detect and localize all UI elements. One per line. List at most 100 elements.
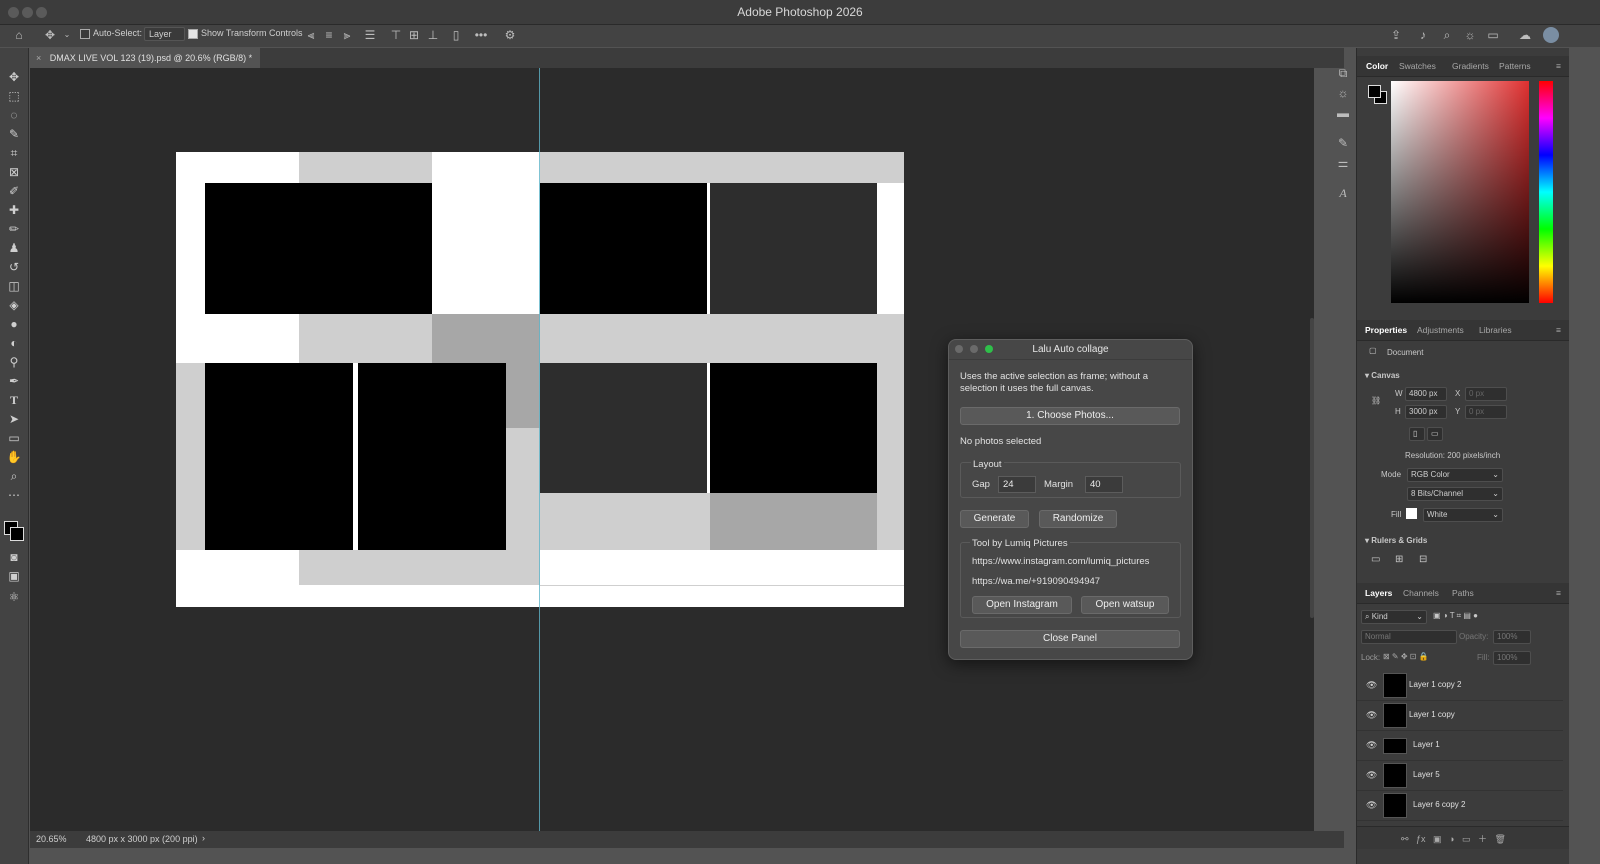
comments-icon[interactable]: ▬ <box>1336 106 1350 120</box>
ruler-icon[interactable]: ▭ <box>1371 554 1380 565</box>
align-left-icon[interactable]: ⫷ <box>304 28 318 42</box>
y-field[interactable]: 0 px <box>1465 405 1507 419</box>
layer-fill-field[interactable]: 100% <box>1493 651 1531 665</box>
layer-row[interactable]: 👁 Layer 1 copy <box>1357 700 1563 731</box>
layer-filter-icons[interactable]: ▣ ◑ T ⌗ ▤ ● <box>1433 611 1478 621</box>
lock-icons[interactable]: ⊠ ✎ ✥ ⊡ 🔒 <box>1383 652 1429 661</box>
fill-dropdown[interactable]: White ⌄ <box>1423 508 1503 522</box>
show-transform-checkbox[interactable]: Show Transform Controls <box>188 28 303 39</box>
fill-color-swatch[interactable] <box>1406 508 1417 519</box>
close-tab-icon[interactable]: × <box>36 53 41 63</box>
history-icon[interactable]: ⧉ <box>1336 66 1350 80</box>
distribute-vertical-icon[interactable]: ▯ <box>449 28 463 42</box>
align-middle-icon[interactable]: ⊞ <box>407 28 421 42</box>
auto-select-checkbox[interactable]: Auto-Select: <box>80 28 142 39</box>
layer-row[interactable]: 👁 Layer 6 copy 2 <box>1357 790 1563 821</box>
healing-brush-icon[interactable]: ✚ <box>6 203 22 217</box>
layer-filter-dropdown[interactable]: ⌕ Kind ⌄ <box>1361 610 1427 624</box>
tab-swatches[interactable]: Swatches <box>1399 61 1436 71</box>
type-tool-icon[interactable]: T <box>6 393 22 407</box>
gap-input[interactable]: 24 <box>998 476 1036 493</box>
color-picker-field[interactable] <box>1391 81 1529 303</box>
sliders-icon[interactable]: ⚌ <box>1336 156 1350 170</box>
portrait-icon[interactable]: ▯ <box>1409 427 1425 441</box>
background-color-swatch[interactable] <box>10 527 24 541</box>
tab-patterns[interactable]: Patterns <box>1499 61 1531 71</box>
zoom-level[interactable]: 20.65% <box>36 834 67 844</box>
crop-tool-icon[interactable]: ⌗ <box>6 146 22 160</box>
layer-row[interactable]: 👁 Layer 1 <box>1357 730 1563 761</box>
distribute-icon[interactable]: ☰ <box>363 28 377 42</box>
tab-layers[interactable]: Layers <box>1365 588 1392 598</box>
workspace-icon[interactable]: ▭ <box>1486 28 1500 42</box>
quick-select-tool-icon[interactable]: ✎ <box>6 127 22 141</box>
generative-icon[interactable]: ⚛ <box>6 590 22 604</box>
tab-gradients[interactable]: Gradients <box>1452 61 1489 71</box>
tab-adjustments[interactable]: Adjustments <box>1417 325 1464 335</box>
document-tab[interactable]: × DMAX LIVE VOL 123 (19).psd @ 20.6% (RG… <box>30 48 261 68</box>
discover-icon[interactable]: ☼ <box>1463 28 1477 42</box>
visibility-eye-icon[interactable]: 👁 <box>1366 710 1377 721</box>
height-field[interactable]: 3000 px <box>1405 405 1447 419</box>
search-icon[interactable]: ⌕ <box>1440 28 1454 42</box>
visibility-eye-icon[interactable]: 👁 <box>1366 800 1377 811</box>
share-icon[interactable]: ⇪ <box>1389 28 1403 42</box>
vertical-scrollbar[interactable] <box>1310 318 1314 618</box>
chevron-right-icon[interactable]: › <box>202 833 205 843</box>
grid-icon[interactable]: ⊞ <box>1395 554 1403 565</box>
visibility-eye-icon[interactable]: 👁 <box>1366 770 1377 781</box>
panel-menu-icon[interactable]: ≡ <box>1556 61 1561 71</box>
more-options-icon[interactable]: ••• <box>474 28 488 42</box>
foreground-color-swatch[interactable] <box>1368 85 1381 98</box>
path-select-icon[interactable]: ➤ <box>6 412 22 426</box>
quick-mask-icon[interactable]: ◙ <box>6 550 22 564</box>
cloud-icon[interactable]: ☁ <box>1518 28 1532 42</box>
home-icon[interactable]: ⌂ <box>12 28 26 42</box>
panel-menu-icon[interactable]: ≡ <box>1556 588 1561 598</box>
eraser-tool-icon[interactable]: ◫ <box>6 279 22 293</box>
paint-bucket-icon[interactable]: ◈ <box>6 298 22 312</box>
x-field[interactable]: 0 px <box>1465 387 1507 401</box>
bell-icon[interactable]: ♪ <box>1416 28 1430 42</box>
rectangle-tool-icon[interactable]: ▭ <box>6 431 22 445</box>
tab-libraries[interactable]: Libraries <box>1479 325 1512 335</box>
mode-dropdown[interactable]: RGB Color ⌄ <box>1407 468 1503 482</box>
align-right-icon[interactable]: ⫸ <box>340 28 354 42</box>
align-bottom-icon[interactable]: ⊥ <box>426 28 440 42</box>
open-watsup-button[interactable]: Open watsup <box>1081 596 1169 614</box>
rulers-grids-header[interactable]: ▾ Rulers & Grids <box>1365 536 1427 545</box>
tab-paths[interactable]: Paths <box>1452 588 1474 598</box>
lasso-tool-icon[interactable]: ◌ <box>6 108 22 122</box>
brush-tool-icon[interactable]: ✏ <box>6 222 22 236</box>
open-instagram-button[interactable]: Open Instagram <box>972 596 1072 614</box>
close-panel-button[interactable]: Close Panel <box>960 630 1180 648</box>
visibility-eye-icon[interactable]: 👁 <box>1366 680 1377 691</box>
auto-select-dropdown[interactable]: Layer <box>144 27 185 41</box>
align-top-icon[interactable]: ⊤ <box>389 28 403 42</box>
zoom-tool-icon[interactable]: ⌕ <box>6 469 22 483</box>
blend-mode-dropdown[interactable]: Normal <box>1361 630 1457 644</box>
gear-icon[interactable]: ⚙ <box>503 28 517 42</box>
frame-tool-icon[interactable]: ⊠ <box>6 165 22 179</box>
canvas-section-header[interactable]: ▾ Canvas <box>1365 371 1400 380</box>
margin-input[interactable]: 40 <box>1085 476 1123 493</box>
zoom-lens-icon[interactable]: ⚲ <box>6 355 22 369</box>
generate-button[interactable]: Generate <box>960 510 1029 528</box>
landscape-icon[interactable]: ▭ <box>1427 427 1443 441</box>
instagram-url[interactable]: https://www.instagram.com/lumiq_pictures <box>972 556 1149 567</box>
visibility-eye-icon[interactable]: 👁 <box>1366 740 1377 751</box>
clone-stamp-icon[interactable]: ♟ <box>6 241 22 255</box>
glyphs-icon[interactable]: A <box>1336 186 1350 200</box>
bit-depth-dropdown[interactable]: 8 Bits/Channel ⌄ <box>1407 487 1503 501</box>
layer-row[interactable]: 👁 Layer 1 copy 2 <box>1357 670 1563 701</box>
chevron-down-icon[interactable]: ⌄ <box>60 28 74 42</box>
hand-tool-icon[interactable]: ✋ <box>6 450 22 464</box>
choose-photos-button[interactable]: 1. Choose Photos... <box>960 407 1180 425</box>
tab-channels[interactable]: Channels <box>1403 588 1439 598</box>
history-brush-icon[interactable]: ↺ <box>6 260 22 274</box>
panel-menu-icon[interactable]: ≡ <box>1556 325 1561 335</box>
blur-tool-icon[interactable]: ● <box>6 317 22 331</box>
tab-color[interactable]: Color <box>1366 61 1388 71</box>
whatsapp-url[interactable]: https://wa.me/+919090494947 <box>972 576 1100 587</box>
avatar[interactable] <box>1543 27 1559 43</box>
